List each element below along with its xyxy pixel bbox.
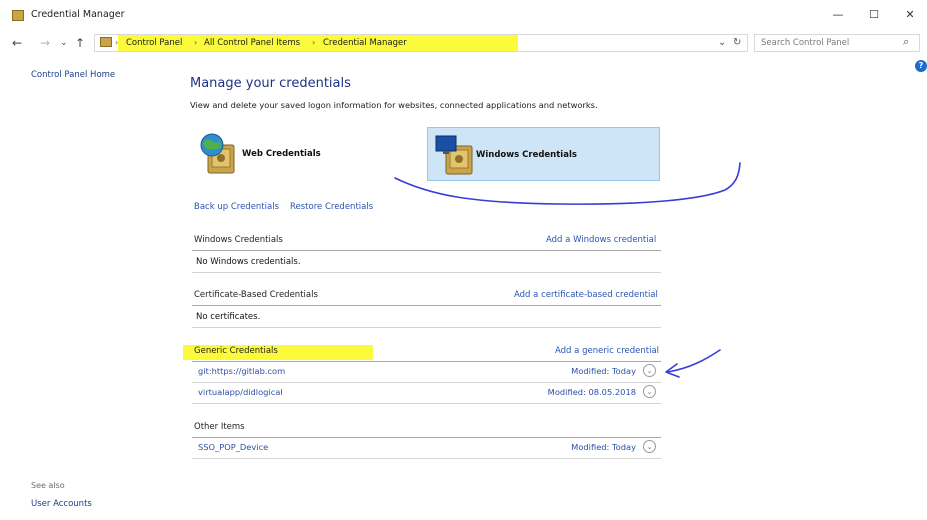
underline-annotation: [394, 162, 741, 205]
arrow-annotation: [667, 349, 721, 373]
hand-drawn-annotations: [394, 162, 741, 378]
